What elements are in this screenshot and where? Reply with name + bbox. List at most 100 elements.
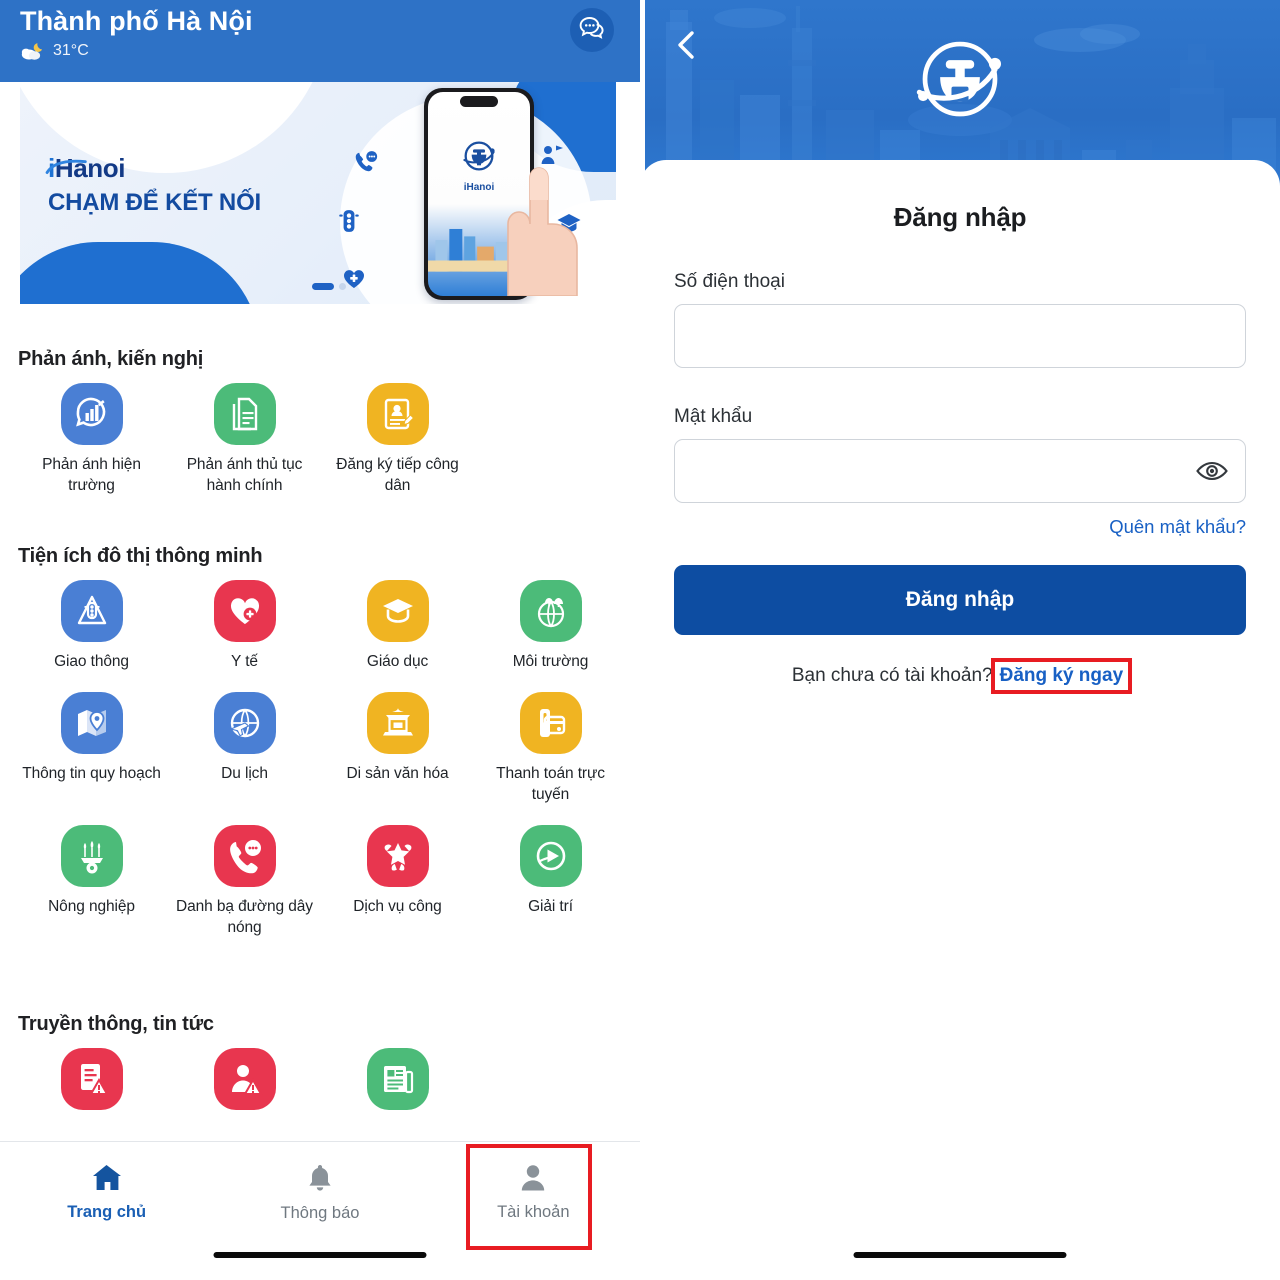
tile-du-lich[interactable]: Du lịch (171, 690, 318, 805)
tile-dang-ky-tiep-cong-dan[interactable]: Đăng ký tiếp công dân (324, 381, 471, 496)
map-pin-icon (60, 692, 123, 754)
bottom-navigation: Trang chủ Thông báo Tài khoản (0, 1141, 640, 1280)
traffic-light-icon (60, 580, 123, 642)
phone-input[interactable] (693, 305, 1227, 367)
tile-y-te[interactable]: Y tế (171, 578, 318, 672)
person-icon (520, 1164, 546, 1196)
nav-label: Trang chủ (67, 1203, 147, 1221)
globe-plane-icon (213, 692, 276, 754)
section-smart-city: Tiện ích đô thị thông minh Giao thông Y … (0, 545, 640, 938)
tile-media-2[interactable] (171, 1046, 318, 1119)
smart-city-grid: Giao thông Y tế Giáo dục Môi trường Thôn… (18, 578, 622, 938)
eco-globe-icon (519, 580, 582, 642)
tile-phan-anh-hien-truong[interactable]: Phản ánh hiện trường (18, 381, 165, 496)
page-title: Thành phố Hà Nội (20, 6, 253, 36)
tile-label: Giải trí (528, 898, 573, 915)
login-title: Đăng nhập (893, 202, 1027, 232)
password-field-label: Mật khẩu (674, 406, 753, 427)
pagination-dot[interactable] (339, 283, 346, 290)
tile-label: Thông tin quy hoạch (22, 765, 161, 782)
wheat-gear-icon (60, 825, 123, 887)
newspaper-icon (366, 1048, 429, 1110)
tile-label: Di sản văn hóa (346, 765, 449, 782)
tile-di-san-van-hoa[interactable]: Di sản văn hóa (324, 690, 471, 805)
tile-giao-thong[interactable]: Giao thông (18, 578, 165, 672)
phone-support-icon (352, 150, 378, 181)
home-screen-panel: Thành phố Hà Nội 31°C iHanoi CHẠM ĐỂ KẾT… (0, 0, 640, 1280)
tile-label: Nông nghiệp (48, 898, 135, 915)
tile-phan-anh-thu-tuc[interactable]: Phản ánh thủ tục hành chính (171, 381, 318, 496)
heart-cross-icon (213, 580, 276, 642)
eye-icon[interactable] (1195, 454, 1229, 488)
phone-field-box[interactable] (674, 304, 1246, 368)
tile-media-1[interactable] (18, 1046, 165, 1119)
password-input[interactable] (693, 440, 1227, 502)
moon-cloud-icon (20, 41, 46, 61)
home-icon (92, 1164, 122, 1196)
password-field-box[interactable] (674, 439, 1246, 503)
tile-label: Dịch vụ công (353, 898, 442, 915)
login-button[interactable]: Đăng nhập (674, 565, 1246, 635)
section-feedback: Phản ánh, kiến nghị Phản ánh hiện trường (0, 348, 640, 496)
nav-item-trang-chu[interactable]: Trang chủ (0, 1164, 213, 1222)
play-circle-icon (519, 825, 582, 887)
hands-star-icon (366, 825, 429, 887)
tile-label: Phản ánh hiện trường (42, 456, 141, 494)
forgot-password-link[interactable]: Quên mật khẩu? (674, 516, 1246, 538)
register-question: Bạn chưa có tài khoản? (791, 665, 993, 686)
megaphone-chart-icon (60, 383, 123, 445)
panel-divider (640, 0, 645, 1280)
section-title: Tiện ích đô thị thông minh (18, 545, 263, 567)
tile-media-3[interactable] (324, 1046, 471, 1119)
tile-label: Phản ánh thủ tục hành chính (186, 456, 303, 494)
feedback-grid: Phản ánh hiện trường Phản ánh thủ tục hà… (18, 381, 622, 496)
phone-field-label: Số điện thoại (674, 271, 785, 292)
tile-giao-duc[interactable]: Giáo dục (324, 578, 471, 672)
register-row: Bạn chưa có tài khoản? Đăng ký ngay (674, 658, 1246, 694)
tile-label: Danh bạ đường dây nóng (176, 898, 313, 936)
graduation-cap-icon (366, 580, 429, 642)
section-title: Truyền thông, tin tức (18, 1013, 214, 1035)
banner-brand: iHanoi (45, 154, 261, 182)
tile-giai-tri[interactable]: Giải trí (477, 823, 624, 938)
pagoda-gate-icon (366, 692, 429, 754)
pagination-active-dot[interactable] (312, 283, 334, 290)
tile-nong-nghiep[interactable]: Nông nghiệp (18, 823, 165, 938)
weather-temperature: 31°C (53, 42, 89, 59)
tile-label: Đăng ký tiếp công dân (336, 456, 459, 494)
document-alert-icon (60, 1048, 123, 1110)
tile-danh-ba-duong-day-nong[interactable]: Danh bạ đường dây nóng (171, 823, 318, 938)
phone-chat-icon (213, 825, 276, 887)
documents-icon (213, 383, 276, 445)
banner-pagination[interactable] (312, 283, 346, 290)
banner-decor-bottom-left (20, 242, 260, 304)
tile-dich-vu-cong[interactable]: Dịch vụ công (324, 823, 471, 938)
tile-moi-truong[interactable]: Môi trường (477, 578, 624, 672)
home-indicator (853, 1252, 1067, 1258)
app-header: Thành phố Hà Nội 31°C (0, 0, 640, 82)
bell-icon (307, 1164, 333, 1197)
tile-label: Giáo dục (366, 653, 429, 670)
nav-label: Thông báo (280, 1204, 360, 1222)
tile-thong-tin-quy-hoach[interactable]: Thông tin quy hoạch (18, 690, 165, 805)
promo-banner[interactable]: iHanoi CHẠM ĐỂ KẾT NỐI iHanoi (20, 82, 616, 304)
nav-item-thong-bao[interactable]: Thông báo (213, 1164, 426, 1223)
home-indicator (213, 1252, 427, 1258)
wallet-card-icon (519, 692, 582, 754)
nav-item-tai-khoan[interactable]: Tài khoản (427, 1164, 640, 1222)
chat-button[interactable] (570, 8, 614, 52)
chevron-left-icon[interactable] (670, 28, 704, 62)
section-title: Phản ánh, kiến nghị (18, 348, 204, 370)
login-card: Đăng nhập Số điện thoại Mật khẩu Quên mậ… (640, 160, 1280, 1280)
tile-label: Giao thông (54, 653, 129, 670)
banner-slogan: CHẠM ĐỂ KẾT NỐI (48, 189, 262, 216)
tile-label: Du lịch (221, 765, 268, 782)
register-link[interactable]: Đăng ký ngay (990, 658, 1133, 694)
section-media-news: Truyền thông, tin tức (0, 1013, 640, 1119)
traffic-light-icon (338, 208, 360, 239)
dual-screenshot: Thành phố Hà Nội 31°C iHanoi CHẠM ĐỂ KẾT… (0, 0, 1280, 1280)
banner-text-block: iHanoi CHẠM ĐỂ KẾT NỐI (45, 154, 262, 217)
nav-label: Tài khoản (497, 1203, 570, 1221)
tile-thanh-toan-truc-tuyen[interactable]: Thanh toán trực tuyến (477, 690, 624, 805)
login-screen-panel: Đăng nhập Số điện thoại Mật khẩu Quên mậ… (640, 0, 1280, 1280)
